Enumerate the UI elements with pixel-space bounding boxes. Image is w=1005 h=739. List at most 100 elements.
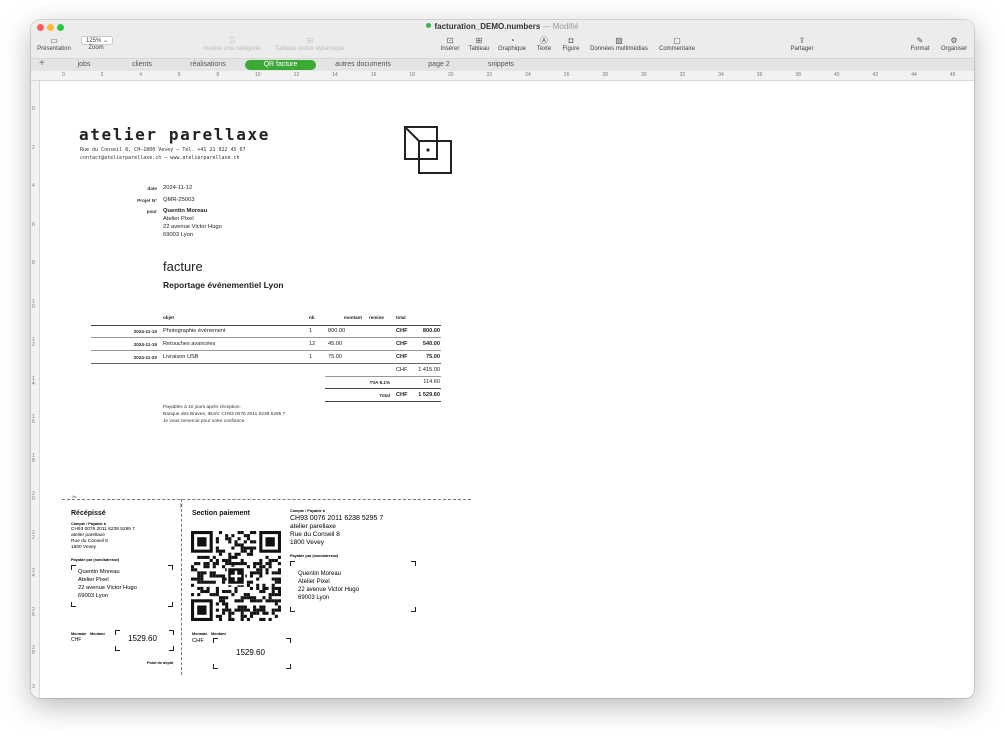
comment-icon: ▢ <box>673 36 681 45</box>
row-1-qty: 1 <box>309 328 313 334</box>
payment-debtor-company: Atelier Pixel <box>298 579 330 585</box>
scissors-vertical-icon: ✂ <box>177 502 184 509</box>
add-sheet-icon[interactable]: + <box>39 58 45 69</box>
vat-value: 114.60 <box>423 379 440 385</box>
row-3-total: 75.00 <box>426 354 440 360</box>
payment-payable-by-label: Payable par (nom/adresse) <box>290 554 339 558</box>
receipt-account-label: Compte / Payable à <box>71 522 106 526</box>
organize-label: Organiser <box>940 46 968 52</box>
payment-amount: 1529.60 <box>236 648 265 657</box>
ruler-tick-label: 2 8 <box>32 645 35 656</box>
ruler-tick-label: 18 <box>409 72 415 78</box>
receipt-iban: CH93 0076 2011 6238 5295 7 <box>71 527 135 532</box>
perforation-line <box>62 499 471 500</box>
ruler-tick-label: 2 <box>100 72 104 78</box>
sidebar-icon: ▭ <box>50 36 58 45</box>
format-button[interactable]: ✎ Format <box>908 35 932 52</box>
tab-page-2[interactable]: page 2 <box>423 60 455 70</box>
document-status: Modifié <box>552 22 579 31</box>
tab-qr-facture[interactable]: QR facture <box>245 60 316 70</box>
date-label: date <box>147 186 157 191</box>
row-3-amount: 75.00 <box>328 354 342 360</box>
row-1-currency: CHF <box>396 328 408 334</box>
horizontal-ruler: 0 2 4 6 8 10 12 14 16 18 20 22 24 26 28 30 32 34 36 38 40 42 4… <box>31 71 974 81</box>
ruler-tick-label: 4 <box>32 183 35 189</box>
receipt-debtor-corner <box>71 602 76 607</box>
payment-amount-corner <box>213 638 218 643</box>
total-label: Total <box>379 393 390 398</box>
ruler-tick-label: 1 8 <box>32 452 35 464</box>
receipt-debtor-corner <box>168 602 173 607</box>
total-value: 1 529.60 <box>418 392 440 398</box>
receipt-debtor-corner <box>71 565 76 570</box>
shape-button[interactable]: ◘ Figure <box>560 35 582 52</box>
organize-button[interactable]: ⚙ Organiser <box>938 35 970 52</box>
tab-jobs[interactable]: jobs <box>69 60 99 70</box>
ruler-tick-label: 44 <box>911 72 917 78</box>
row-2-amount: 45.00 <box>328 341 342 347</box>
company-logo-text: atelier parellaxe <box>79 125 270 144</box>
tab-autres-documents[interactable]: autres documents <box>331 60 395 70</box>
client-name: Quentin Moreau <box>163 208 208 214</box>
payment-section-title: Section paiement <box>192 510 250 517</box>
receipt-currency: CHF <box>71 637 82 643</box>
receipt-currency-label: Monnaie <box>71 632 87 636</box>
ruler-tick-label: 0 <box>32 106 35 112</box>
tab-snippets[interactable]: snippets <box>483 60 519 70</box>
ruler-tick-label: 38 <box>795 72 801 78</box>
insert-category-label: Insérer une catégorie <box>203 46 261 52</box>
receipt-creditor-city: 1800 Vevey <box>71 545 97 550</box>
table-button[interactable]: ⊞ Tableau <box>466 35 492 52</box>
receipt-debtor-corner <box>168 565 173 570</box>
receipt-creditor-street: Rue du Conseil 8 <box>71 539 108 544</box>
row-1-total: 800.00 <box>422 328 440 334</box>
media-button[interactable]: ▨ Données multimédias <box>587 35 651 52</box>
payment-creditor-city: 1800 Vevey <box>290 539 324 546</box>
tab-realisations[interactable]: réalisations <box>183 60 233 70</box>
ruler-tick-label: 12 <box>293 72 300 78</box>
payment-iban: CH93 0076 2011 6238 5295 7 <box>290 515 384 522</box>
zoom-value[interactable]: 125% ⌄ <box>81 36 114 45</box>
zoom-control[interactable]: 125% ⌄ Zoom <box>81 35 114 51</box>
share-button[interactable]: ⇪ Partager <box>788 35 816 52</box>
header-object: objet <box>163 315 174 320</box>
format-label: Format <box>910 46 930 52</box>
client-company: Atelier Pixel <box>163 216 194 222</box>
category-icon: ☰ <box>228 36 236 45</box>
company-contact: contact@atelierparellaxe.ch – www.atelie… <box>80 155 240 161</box>
ruler-tick-label: 36 <box>756 72 763 78</box>
presentation-button[interactable]: ▭ Présentation <box>35 35 73 52</box>
vertical-ruler: 0 2 4 6 8 1 0 1 2 1 4 1 6 1 8 2 0 2 2 2 4 2 6 2 8 3 <box>31 81 40 698</box>
receipt-amount: 1529.60 <box>128 634 157 643</box>
row-3-currency: CHF <box>396 354 408 360</box>
insert-label: Insérer <box>440 46 460 52</box>
ruler-tick-label: 26 <box>563 72 570 78</box>
receipt-debtor-city: 69003 Lyon <box>78 593 109 599</box>
text-button[interactable]: Ⓐ Texte <box>534 35 554 52</box>
pivot-table-button[interactable]: ⊞ Tableau croisé dynamique <box>271 35 349 52</box>
ruler-tick-label: 1 4 <box>32 375 35 387</box>
pivot-table-label: Tableau croisé dynamique <box>275 46 345 52</box>
tab-clients[interactable]: clients <box>125 60 159 70</box>
ruler-tick-label: 2 0 <box>32 491 35 502</box>
ruler-tick-label: 46 <box>949 72 956 78</box>
vat-label: TVA 8.1% <box>369 380 390 385</box>
insert-button[interactable]: ⊡ Insérer <box>438 35 462 52</box>
row-2-currency: CHF <box>396 341 408 347</box>
payment-debtor-corner <box>411 607 416 612</box>
header-discount: remise <box>369 315 384 320</box>
total-currency: CHF <box>396 392 408 398</box>
comment-button[interactable]: ▢ Commentaire <box>656 35 698 52</box>
ruler-tick-label: 2 4 <box>32 568 35 579</box>
title-bar: facturation_DEMO.numbers — Modifié <box>31 20 974 35</box>
subtotal-currency: CHF <box>396 367 408 373</box>
chart-button[interactable]: ◔ Graphique <box>496 35 528 52</box>
payment-debtor-corner <box>290 607 295 612</box>
ruler-tick-label: 42 <box>872 72 879 78</box>
insert-category-button[interactable]: ☰ Insérer une catégorie <box>201 35 263 52</box>
row-2-date: 2024-11-15 <box>133 342 157 347</box>
deposit-point-label: Point de dépôt <box>147 661 174 665</box>
sheet-canvas: atelier parellaxe Rue du Conseil 8, CH–1… <box>40 81 974 698</box>
row-2-item: Retouches avancées <box>163 341 216 347</box>
table-header-rule <box>91 325 441 326</box>
